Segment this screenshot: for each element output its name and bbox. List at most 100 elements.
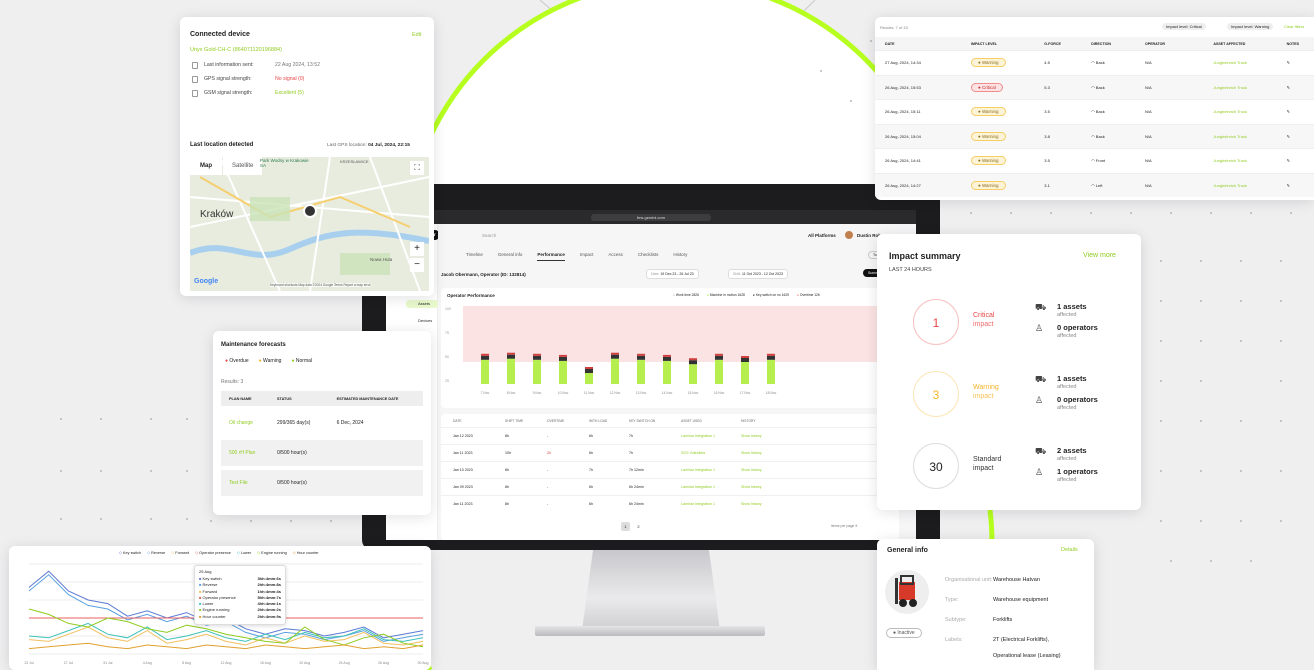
zoom-out-button[interactable]: − xyxy=(410,258,424,272)
history-link[interactable]: Show history xyxy=(741,451,781,455)
table-row[interactable]: Jan 10 2023 8h - 7h 7h 12min Laminar Integrat… xyxy=(441,461,899,478)
asset-link[interactable]: SGS Vulindlela xyxy=(681,451,741,455)
shift-filter[interactable]: Shift: 11 Oct 2023 - 12 Oct 2023 xyxy=(728,269,788,279)
asset-link[interactable]: Jungheinrich Truck xyxy=(1213,158,1286,163)
filter-critical[interactable]: Impact level: Critical xyxy=(1162,23,1206,30)
history-link[interactable]: Show history xyxy=(741,434,781,438)
column-header[interactable]: ASSET USED xyxy=(681,419,741,423)
map[interactable]: Map Satellite ⛶ Kraków Park Wodny w Krak… xyxy=(190,157,429,291)
table-row[interactable]: Test File 0/500 hour(s) xyxy=(221,470,423,496)
table-row[interactable]: 26 Aug, 2024, 14:41 ● Warning 3.5 ◠ Front N/… xyxy=(875,148,1314,173)
page-button[interactable]: 1 xyxy=(621,522,630,531)
column-header[interactable]: KEY SWITCH ON xyxy=(629,419,681,423)
column-header[interactable]: SHIFT TIME xyxy=(505,419,547,423)
clear-filters-link[interactable]: Clear filters xyxy=(1284,24,1304,29)
asset-link[interactable]: Jungheinrich Truck xyxy=(1213,60,1286,65)
table-row[interactable]: 26 Aug, 2024, 15:53 ● Critical 5.3 ◠ Back N/… xyxy=(875,74,1314,99)
table-row[interactable]: Jan 11 2023 10h 2h 6h 7h SGS Vulindlela Show h… xyxy=(441,444,899,461)
table-row[interactable]: Jan 11 2023 8h - 6h 6h 24min Laminar Integrat… xyxy=(441,495,899,512)
asset-link[interactable]: Laminar Integration 1 xyxy=(681,485,741,489)
legend-item[interactable]: ◇ Operator presence xyxy=(195,550,231,555)
tab-impact[interactable]: Impact xyxy=(580,252,594,261)
legend-item[interactable]: ◇ Forward xyxy=(171,550,189,555)
column-header[interactable]: HISTORY xyxy=(741,419,781,423)
tab-performance[interactable]: Performance xyxy=(537,252,565,261)
tooltip-label-text: Key switch xyxy=(202,576,222,581)
edit-link[interactable]: Edit xyxy=(412,32,421,38)
tab-timeline[interactable]: Timeline xyxy=(466,252,483,261)
notes-icon[interactable]: ✎ xyxy=(1287,60,1314,65)
plan-name-link[interactable]: Oil change xyxy=(229,420,277,426)
table-row[interactable]: Jan 12 2023 8h - 6h 7h Laminar Integration 1S… xyxy=(441,427,899,444)
asset-link[interactable]: Laminar Integration 1 xyxy=(681,434,741,438)
column-header[interactable]: G-FORCE xyxy=(1044,42,1091,46)
zoom-in-button[interactable]: + xyxy=(410,242,424,256)
user-avatar[interactable] xyxy=(845,231,853,239)
view-more-link[interactable]: View more xyxy=(1083,252,1116,259)
legend-item[interactable]: ◇ Hour counter xyxy=(293,550,319,555)
tab-general-info[interactable]: General info xyxy=(498,252,523,261)
tab-checklists[interactable]: Checklists xyxy=(638,252,659,261)
page-button[interactable]: 2 xyxy=(634,522,643,531)
background-dot xyxy=(820,70,822,72)
column-header[interactable]: ASSET AFFECTED xyxy=(1213,42,1286,46)
platform-selector[interactable]: All Platforms xyxy=(808,233,836,238)
history-link[interactable]: Show history xyxy=(741,468,781,472)
app-search[interactable]: Search xyxy=(482,233,496,238)
tab-history[interactable]: History xyxy=(673,252,687,261)
history-link[interactable]: Show history xyxy=(741,485,781,489)
history-link[interactable]: Show history xyxy=(741,502,781,506)
notes-icon[interactable]: ✎ xyxy=(1287,109,1314,114)
satellite-tab[interactable]: Satellite xyxy=(223,157,263,175)
background-dot xyxy=(330,520,332,522)
details-link[interactable]: Details xyxy=(1061,547,1078,553)
asset-link[interactable]: Jungheinrich Truck xyxy=(1213,85,1286,90)
legend-item[interactable]: ◇ Key switch xyxy=(119,550,141,555)
fullscreen-icon[interactable]: ⛶ xyxy=(410,161,424,175)
map-tab[interactable]: Map xyxy=(190,157,222,175)
device-name[interactable]: Unyx Gold-CH-C (864071120196884) xyxy=(190,47,282,53)
legend-item[interactable]: ◇ Reverse xyxy=(147,550,165,555)
column-header[interactable]: DIRECTION xyxy=(1091,42,1145,46)
column-header[interactable]: WITH LOAD xyxy=(589,419,629,423)
table-row[interactable]: 26 Aug, 2024, 14:27 ● Warning 3.1 ◠ Left N/A… xyxy=(875,172,1314,197)
asset-link[interactable]: Laminar Integration 1 xyxy=(681,502,741,506)
rows-per-page[interactable]: Items per page 5 xyxy=(831,524,857,528)
plan-name-link[interactable]: Test File xyxy=(229,480,277,486)
column-header[interactable]: PLAN NAME xyxy=(229,397,277,401)
plan-name-link[interactable]: 500 rH Plan xyxy=(229,450,277,456)
table-row[interactable]: 500 rH Plan 0/500 hour(s) xyxy=(221,440,423,466)
column-header[interactable]: OPERATOR xyxy=(1145,42,1213,46)
notes-icon[interactable]: ✎ xyxy=(1287,158,1314,163)
notes-icon[interactable]: ✎ xyxy=(1287,134,1314,139)
bar-segment xyxy=(507,352,515,355)
asset-link[interactable]: Jungheinrich Truck xyxy=(1213,134,1286,139)
column-header[interactable]: STATUS xyxy=(277,397,337,401)
column-header[interactable]: DATE xyxy=(453,419,505,423)
date-cell: 27 Aug, 2024, 14:34 xyxy=(885,60,921,66)
address-bar[interactable]: fms.gemini.com xyxy=(591,213,711,221)
asset-link[interactable]: Jungheinrich Truck xyxy=(1213,183,1286,188)
asset-link[interactable]: Laminar Integration 1 xyxy=(681,468,741,472)
filter-warning[interactable]: Impact level: Warning xyxy=(1227,23,1274,30)
sidebar-item-devices[interactable]: Devices xyxy=(418,318,432,323)
table-row[interactable]: Oil change 299/365 day(s) 6 Dec, 2024 xyxy=(221,410,423,436)
table-row[interactable]: 27 Aug, 2024, 14:34 ● Warning 4.5 ◠ Back N/A… xyxy=(875,50,1314,75)
table-row[interactable]: 26 Aug, 2024, 15:11 ● Warning 3.5 ◠ Back N/A… xyxy=(875,99,1314,124)
legend-item[interactable]: ◇ Lower xyxy=(237,550,251,555)
asset-link[interactable]: Jungheinrich Truck xyxy=(1213,109,1286,114)
notes-icon[interactable]: ✎ xyxy=(1287,85,1314,90)
date-filter[interactable]: Date: 19 Dec 23 - 26 Jul 23 xyxy=(646,269,699,279)
sidebar-item-assets[interactable]: Assets xyxy=(406,300,438,308)
legend-item[interactable]: ◇ Engine running xyxy=(257,550,287,555)
column-header[interactable]: IMPACT LEVEL xyxy=(971,42,1044,46)
table-row[interactable]: 26 Aug, 2024, 15:04 ● Warning 3.8 ◠ Back N/A… xyxy=(875,123,1314,148)
map-marker-icon[interactable] xyxy=(303,204,317,218)
column-header[interactable]: DATE xyxy=(885,42,971,46)
notes-icon[interactable]: ✎ xyxy=(1287,183,1314,188)
column-header[interactable]: ESTIMATED MAINTENANCE DATE xyxy=(337,397,423,401)
column-header[interactable]: OVERTIME xyxy=(547,419,589,423)
column-header[interactable]: NOTES xyxy=(1287,42,1314,46)
table-row[interactable]: Jan 09 2023 8h - 6h 6h 24min Laminar Integrat… xyxy=(441,478,899,495)
tab-access[interactable]: Access xyxy=(608,252,623,261)
